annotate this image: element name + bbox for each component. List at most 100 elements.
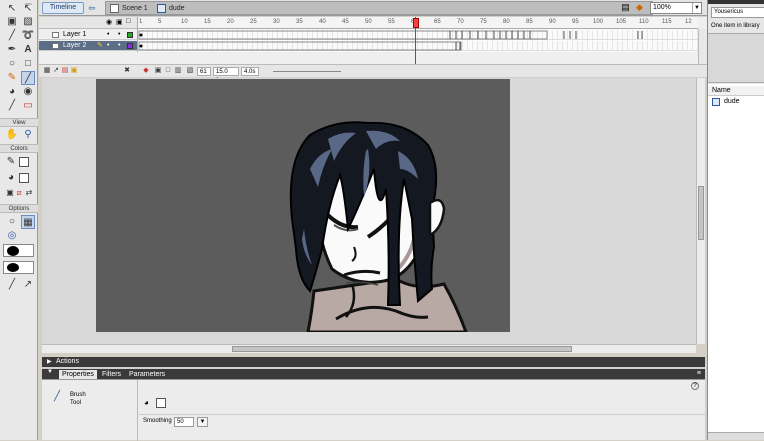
- movie-clip-icon: [157, 4, 166, 13]
- layer-outline-color[interactable]: [127, 43, 133, 49]
- outline-icon[interactable]: □: [126, 18, 130, 25]
- layer-outline-color[interactable]: [127, 32, 133, 38]
- pencil-tool-icon[interactable]: ✎: [5, 71, 19, 85]
- ink-bottle-tool-icon[interactable]: ◕: [5, 85, 19, 99]
- paint-bucket-tool-icon[interactable]: ◉: [21, 85, 35, 99]
- chevron-down-icon: ▼: [692, 3, 701, 13]
- tick-label: 20: [227, 19, 234, 25]
- breadcrumb-scene[interactable]: Scene 1: [122, 3, 148, 14]
- insert-folder-icon[interactable]: ▤: [61, 67, 69, 75]
- actions-panel-header[interactable]: ▶ Actions: [42, 357, 705, 367]
- tab-parameters[interactable]: Parameters: [126, 370, 168, 379]
- back-arrow-icon[interactable]: ⇦: [88, 2, 100, 14]
- tilt-icon[interactable]: ↗: [21, 278, 35, 292]
- rectangle-tool-icon[interactable]: □: [21, 57, 35, 71]
- panel-menu-icon[interactable]: ≡: [697, 370, 701, 377]
- subselection-tool-icon[interactable]: ↸: [21, 2, 35, 16]
- modify-markers-icon[interactable]: ▧: [186, 67, 194, 75]
- breadcrumb: Scene 1 dude: [105, 1, 653, 15]
- insert-layer-icon[interactable]: ▦: [43, 67, 51, 75]
- timeline-hscroll-track[interactable]: [273, 71, 341, 72]
- tick-label: 85: [526, 19, 533, 25]
- line-tool-icon[interactable]: ╱: [5, 29, 19, 43]
- swap-colors-icon[interactable]: ⇄: [22, 186, 36, 200]
- add-guide-icon[interactable]: ↗: [52, 67, 60, 75]
- oval-tool-icon[interactable]: ○: [5, 57, 19, 71]
- library-preview: [708, 33, 764, 83]
- brush-size-select[interactable]: [3, 244, 34, 257]
- stage-vertical-scrollbar[interactable]: [696, 78, 705, 344]
- layer-1-frames[interactable]: [138, 30, 698, 40]
- pressure-icon[interactable]: ╱: [5, 278, 19, 292]
- tab-properties[interactable]: Properties: [59, 370, 97, 379]
- edit-multiple-frames-icon[interactable]: ▥: [174, 67, 182, 75]
- delete-layer-icon[interactable]: ✖: [123, 67, 131, 75]
- timeline-vertical-scrollbar[interactable]: [698, 29, 707, 64]
- help-icon[interactable]: ?: [691, 382, 699, 390]
- library-panel: Yousericus One item in library Name dude: [707, 0, 764, 440]
- breadcrumb-symbol[interactable]: dude: [169, 3, 185, 14]
- lock-dot[interactable]: •: [118, 30, 120, 40]
- text-tool-icon[interactable]: A: [21, 43, 35, 57]
- eye-icon[interactable]: ◉: [106, 18, 112, 26]
- lock-icon[interactable]: ▣: [116, 18, 123, 26]
- library-name-header[interactable]: Name: [708, 86, 764, 96]
- onion-outline-icon[interactable]: □: [164, 67, 172, 75]
- free-transform-tool-icon[interactable]: ▣: [5, 15, 19, 29]
- fill-color-swatch[interactable]: [156, 398, 166, 408]
- gradient-transform-tool-icon[interactable]: ▨: [21, 15, 35, 29]
- tick-label: 35: [296, 19, 303, 25]
- tab-filters[interactable]: Filters: [99, 370, 124, 379]
- fill-color-swatch[interactable]: [19, 173, 29, 183]
- smoothing-label: Smoothing: [143, 418, 172, 424]
- character-drawing[interactable]: [96, 79, 510, 332]
- lasso-tool-icon[interactable]: ➰: [21, 29, 35, 43]
- collapse-arrow-icon[interactable]: ▼: [47, 369, 53, 375]
- center-frame-icon[interactable]: ◆: [142, 67, 150, 75]
- stage-canvas[interactable]: [96, 79, 510, 332]
- layer-2-frames[interactable]: [138, 41, 698, 51]
- object-drawing-icon[interactable]: ○: [5, 215, 19, 229]
- frames-area[interactable]: 1 5 10 15 20 25 30 35 40 45 50 55 60 65 …: [137, 17, 698, 65]
- layer-row-2[interactable]: Layer 2 ✎ • •: [39, 41, 137, 51]
- edit-bar: Timeline ⇦ Scene 1 dude ▤ ◆ 100% ▼: [39, 0, 707, 16]
- stage-vertical-scroll-thumb[interactable]: [698, 186, 704, 240]
- zoom-tool-icon[interactable]: ⚲: [21, 128, 35, 142]
- brush-mode-icon[interactable]: ◎: [5, 229, 19, 243]
- zoom-select[interactable]: 100% ▼: [650, 2, 702, 14]
- stroke-color-swatch[interactable]: [19, 157, 29, 167]
- brush-size-preview-icon: [7, 246, 19, 256]
- timeline-toggle-button[interactable]: Timeline: [42, 2, 84, 14]
- selection-tool-icon[interactable]: ↖: [5, 2, 19, 16]
- smoothing-input[interactable]: 50: [174, 417, 194, 427]
- visibility-dot[interactable]: •: [107, 41, 109, 51]
- eraser-tool-icon[interactable]: ▭: [21, 99, 35, 113]
- tick-label: 50: [365, 19, 372, 25]
- edit-symbol-icon[interactable]: ◆: [634, 2, 645, 13]
- eyedropper-tool-icon[interactable]: ╱: [5, 99, 19, 113]
- layer-row-1[interactable]: Layer 1 • •: [39, 30, 137, 40]
- pencil-edit-icon: ✎: [97, 42, 103, 49]
- stage-area[interactable]: [42, 78, 696, 344]
- pen-tool-icon[interactable]: ✒: [5, 43, 19, 57]
- lock-fill-icon[interactable]: ▦: [21, 215, 35, 229]
- lock-dot[interactable]: •: [118, 41, 120, 51]
- brush-tool-icon[interactable]: ╱: [21, 71, 35, 85]
- new-folder-icon[interactable]: ▣: [70, 67, 78, 75]
- library-item-dude[interactable]: dude: [712, 97, 764, 107]
- tool-name-line-1: Brush: [70, 392, 86, 398]
- edit-scene-icon[interactable]: ▤: [620, 2, 631, 13]
- tick-label: 100: [593, 19, 604, 25]
- brush-shape-preview-icon: [7, 263, 19, 272]
- playhead-handle[interactable]: [413, 18, 419, 28]
- onion-skin-icon[interactable]: ▣: [154, 67, 162, 75]
- brush-shape-select[interactable]: [3, 261, 34, 274]
- stage-horizontal-scrollbar[interactable]: [42, 344, 696, 353]
- hand-tool-icon[interactable]: ✋: [5, 128, 19, 142]
- visibility-dot[interactable]: •: [107, 30, 109, 40]
- chevron-down-icon[interactable]: ▼: [197, 417, 208, 427]
- stage-horizontal-scroll-thumb[interactable]: [232, 346, 572, 352]
- library-document-select[interactable]: Yousericus: [711, 7, 764, 18]
- tick-label: 115: [662, 19, 672, 25]
- library-header: [708, 0, 764, 4]
